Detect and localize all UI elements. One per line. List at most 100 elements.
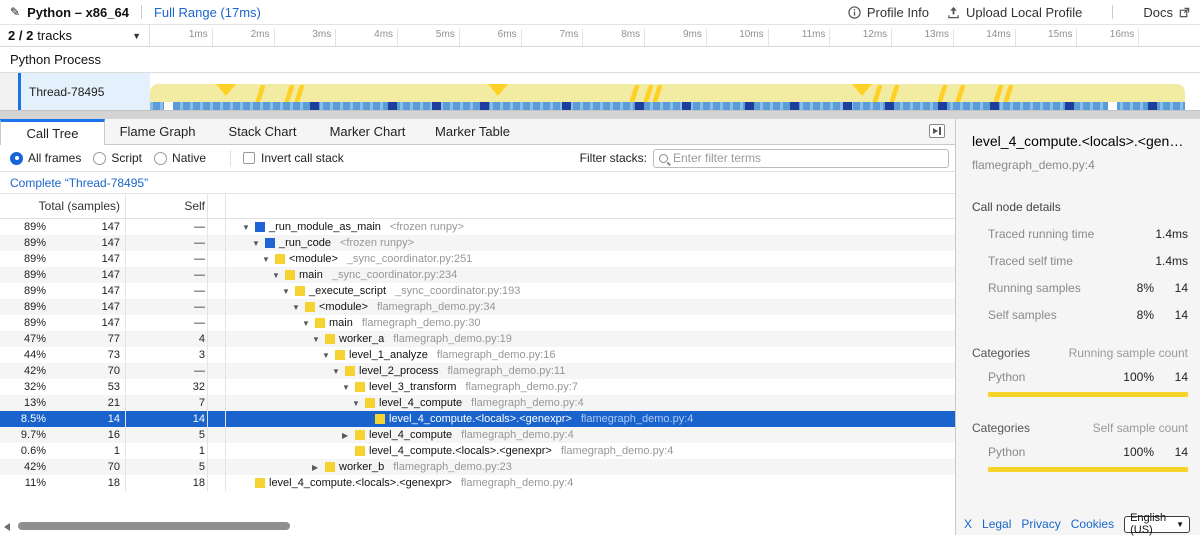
function-name: level_2_process [359, 365, 439, 377]
scrollbar-thumb[interactable] [18, 522, 290, 530]
ruler-tick-label: 5ms [397, 29, 455, 40]
ruler-tick-label: 10ms [706, 29, 764, 40]
scroll-left-arrow-icon[interactable] [4, 523, 10, 531]
thread-track-canvas[interactable] [150, 73, 1200, 110]
table-row[interactable]: 11%1818level_4_compute.<locals>.<genexpr… [0, 475, 955, 491]
dismiss-link[interactable]: X [964, 517, 972, 531]
cell-function: ▼_execute_script_sync_coordinator.py:193 [232, 285, 955, 297]
full-range-link[interactable]: Full Range (17ms) [154, 5, 261, 20]
table-row[interactable]: 9.7%165▶level_4_computeflamegraph_demo.p… [0, 427, 955, 443]
collapse-arrow-icon[interactable]: ▼ [342, 383, 355, 392]
sample-segment [843, 102, 852, 110]
marker-triangle-icon[interactable] [852, 84, 872, 96]
category-square-icon [375, 414, 385, 424]
table-row[interactable]: 89%147—▼<module>flamegraph_demo.py:34 [0, 299, 955, 315]
sample-segment [1065, 102, 1074, 110]
complete-range-link[interactable]: Complete “Thread-78495” [10, 176, 148, 190]
tab-flame-graph[interactable]: Flame Graph [105, 119, 210, 144]
function-location: flamegraph_demo.py:34 [377, 301, 496, 313]
table-row[interactable]: 42%70—▼level_2_processflamegraph_demo.py… [0, 363, 955, 379]
category-square-icon [285, 270, 295, 280]
category-square-icon [355, 430, 365, 440]
table-row[interactable]: 89%147—▼main_sync_coordinator.py:234 [0, 267, 955, 283]
marker-triangle-icon[interactable] [488, 84, 508, 96]
cell-total-samples: 147 [46, 269, 120, 281]
filter-search-input[interactable] [673, 151, 943, 165]
cell-total-samples: 1 [46, 445, 120, 457]
docs-link[interactable]: Docs [1143, 5, 1190, 20]
table-row[interactable]: 47%774▼worker_aflamegraph_demo.py:19 [0, 331, 955, 347]
category-square-icon [325, 334, 335, 344]
privacy-link[interactable]: Privacy [1021, 517, 1060, 531]
radio-label-native[interactable]: Native [172, 151, 206, 165]
table-row[interactable]: 89%147—▼_run_module_as_main<frozen runpy… [0, 219, 955, 235]
function-name: _run_module_as_main [269, 221, 381, 233]
profile-info-button[interactable]: Profile Info [848, 5, 929, 20]
sample-segment [480, 102, 489, 110]
collapse-arrow-icon[interactable]: ▼ [322, 351, 335, 360]
cell-function: ▼level_1_analyzeflamegraph_demo.py:16 [232, 349, 955, 361]
cell-function: level_4_compute.<locals>.<genexpr>flameg… [232, 477, 955, 489]
upload-profile-button[interactable]: Upload Local Profile [947, 5, 1082, 20]
collapse-arrow-icon[interactable]: ▼ [272, 271, 285, 280]
sample-segment [745, 102, 754, 110]
thread-track-label[interactable]: Thread-78495 [18, 73, 150, 110]
legal-link[interactable]: Legal [982, 517, 1011, 531]
expand-arrow-icon[interactable]: ▶ [342, 431, 355, 440]
profile-name[interactable]: Python – x86_64 [27, 5, 129, 20]
edit-profile-name-icon[interactable]: ✎ [10, 5, 20, 19]
expand-arrow-icon[interactable]: ▶ [312, 463, 325, 472]
cell-function: ▼<module>flamegraph_demo.py:34 [232, 301, 955, 313]
collapse-arrow-icon[interactable]: ▼ [282, 287, 295, 296]
column-total[interactable]: Total (samples) [0, 199, 120, 213]
marker-triangle-icon[interactable] [216, 84, 236, 96]
radio-native[interactable] [154, 152, 167, 165]
tracks-dropdown[interactable]: 2 / 2 tracks ▼ [0, 25, 150, 46]
table-row[interactable]: 89%147—▼_run_code<frozen runpy> [0, 235, 955, 251]
collapse-arrow-icon[interactable]: ▼ [312, 335, 325, 344]
collapse-arrow-icon[interactable]: ▼ [352, 399, 365, 408]
category-row: Python 100% 14 [972, 370, 1188, 384]
collapse-arrow-icon[interactable]: ▼ [242, 223, 255, 232]
column-self[interactable]: Self [127, 199, 205, 213]
cookies-link[interactable]: Cookies [1071, 517, 1114, 531]
table-row[interactable]: 42%705▶worker_bflamegraph_demo.py:23 [0, 459, 955, 475]
collapse-arrow-icon[interactable]: ▼ [292, 303, 305, 312]
language-select[interactable]: English (US) ▼ [1124, 516, 1190, 533]
table-row[interactable]: 32%5332▼level_3_transformflamegraph_demo… [0, 379, 955, 395]
invert-call-stack-checkbox[interactable] [243, 152, 255, 164]
timeline-splitter[interactable] [0, 110, 1200, 119]
collapse-arrow-icon[interactable]: ▼ [302, 319, 315, 328]
tab-marker-table[interactable]: Marker Table [420, 119, 525, 144]
cell-self: 1 [127, 445, 205, 457]
table-row[interactable]: 89%147—▼_execute_script_sync_coordinator… [0, 283, 955, 299]
cell-self: — [127, 269, 205, 281]
tab-marker-chart[interactable]: Marker Chart [315, 119, 420, 144]
table-row[interactable]: 89%147—▼mainflamegraph_demo.py:30 [0, 315, 955, 331]
radio-all-frames[interactable] [10, 152, 23, 165]
radio-script[interactable] [93, 152, 106, 165]
table-row[interactable]: 0.6%11level_4_compute.<locals>.<genexpr>… [0, 443, 955, 459]
cell-function: level_4_compute.<locals>.<genexpr>flameg… [232, 445, 955, 457]
tab-stack-chart[interactable]: Stack Chart [210, 119, 315, 144]
sidebar-toggle-button[interactable] [929, 124, 945, 138]
tab-call-tree[interactable]: Call Tree [0, 119, 105, 145]
radio-label-script[interactable]: Script [111, 151, 142, 165]
cell-self: 7 [127, 397, 205, 409]
sidebar-function-name: level_4_compute.<locals>.<genexpr> [972, 133, 1188, 149]
timeline-ruler[interactable]: 1ms2ms3ms4ms5ms6ms7ms8ms9ms10ms11ms12ms1… [150, 25, 1200, 46]
cell-total-samples: 147 [46, 253, 120, 265]
table-row[interactable]: 8.5%1414level_4_compute.<locals>.<genexp… [0, 411, 955, 427]
category-square-icon [315, 318, 325, 328]
collapse-arrow-icon[interactable]: ▼ [332, 367, 345, 376]
collapse-arrow-icon[interactable]: ▼ [252, 239, 265, 248]
process-track-label[interactable]: Python Process [0, 47, 1200, 73]
cell-function: level_4_compute.<locals>.<genexpr>flameg… [232, 413, 955, 425]
category-bar-python [988, 467, 1188, 472]
filter-stacks-label: Filter stacks: [580, 151, 647, 165]
table-row[interactable]: 89%147—▼<module>_sync_coordinator.py:251 [0, 251, 955, 267]
radio-label-all-frames[interactable]: All frames [28, 151, 81, 165]
table-row[interactable]: 13%217▼level_4_computeflamegraph_demo.py… [0, 395, 955, 411]
table-row[interactable]: 44%733▼level_1_analyzeflamegraph_demo.py… [0, 347, 955, 363]
collapse-arrow-icon[interactable]: ▼ [262, 255, 275, 264]
